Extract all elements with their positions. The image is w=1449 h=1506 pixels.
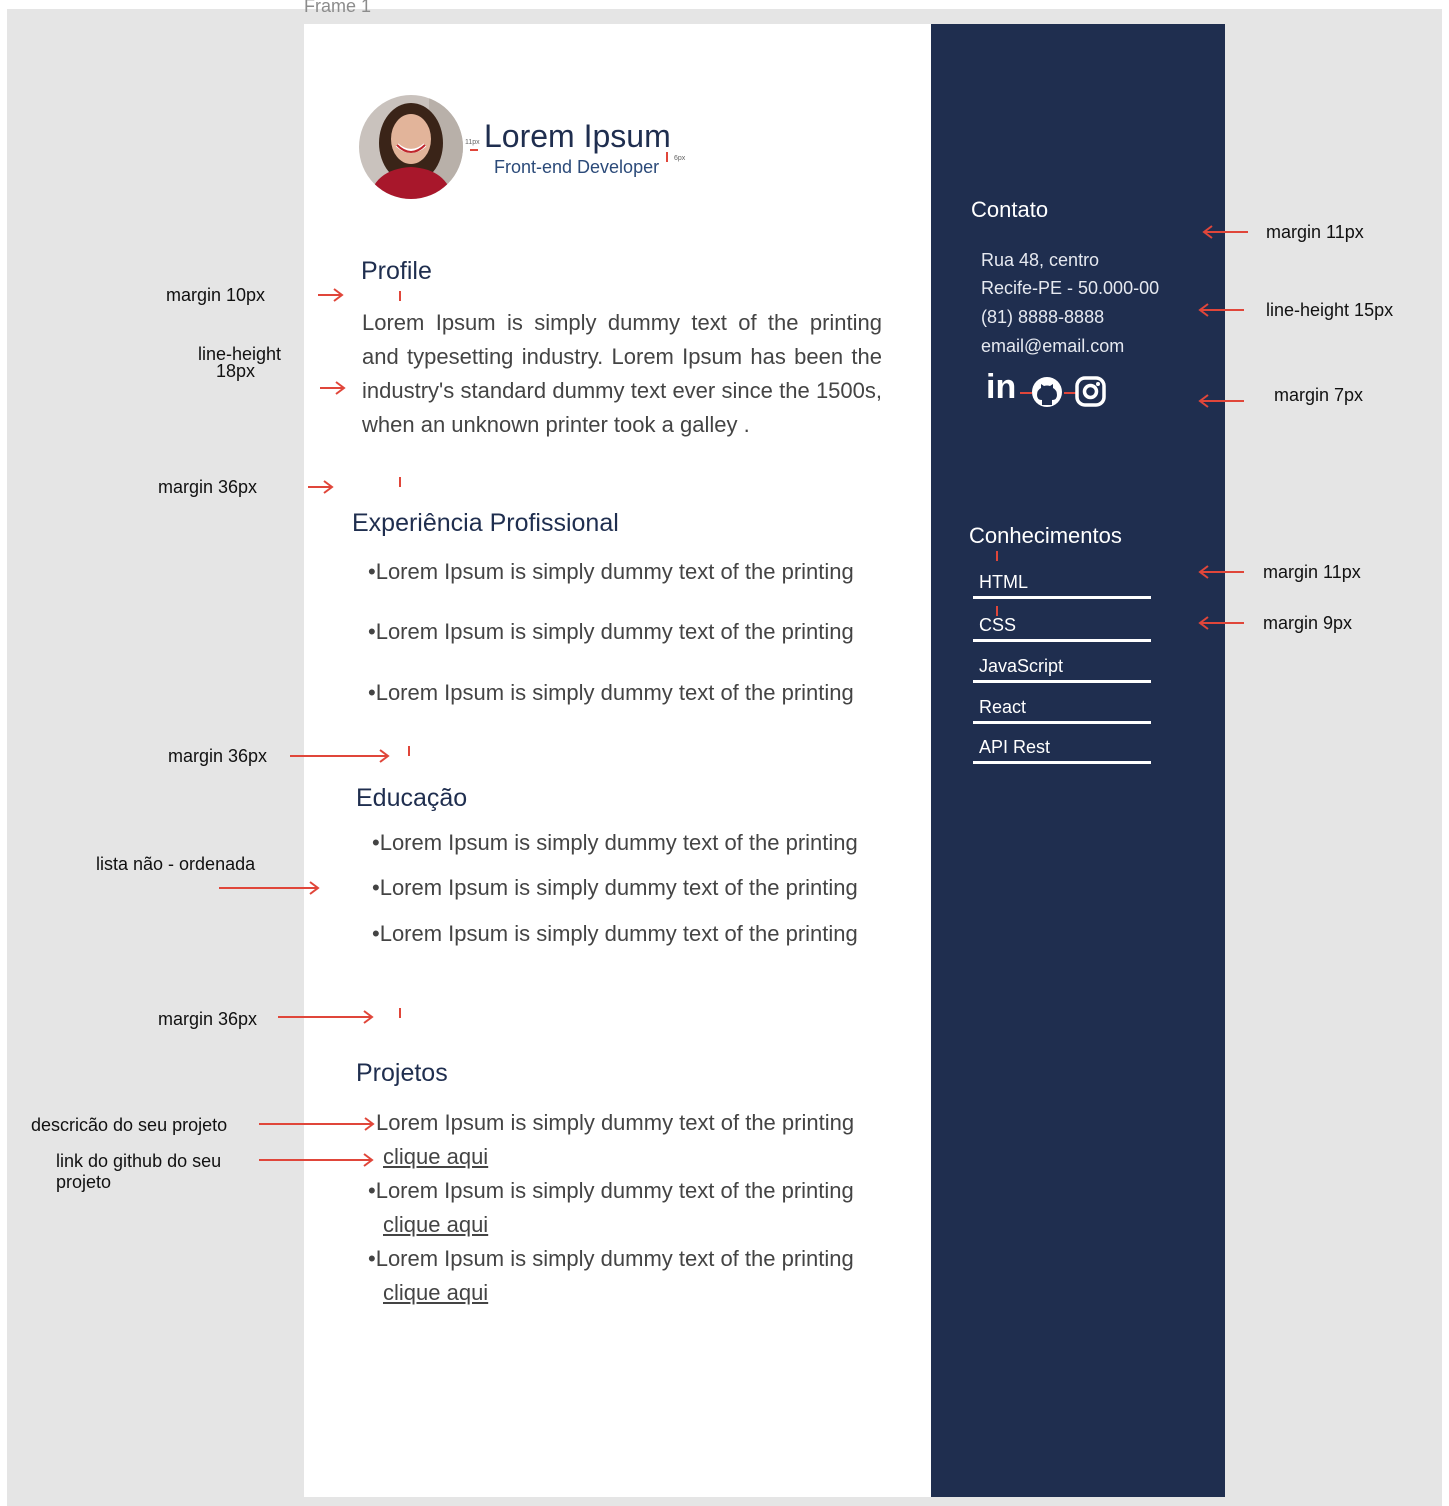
arrow-right-icon (318, 288, 344, 302)
arrow-right-icon (308, 480, 334, 494)
arrow-right-icon (259, 1153, 374, 1167)
arrow-right-icon (278, 1010, 374, 1024)
arrow-right-icon (259, 1117, 375, 1131)
arrow-left-icon (1202, 225, 1248, 239)
arrow-right-icon (320, 381, 346, 395)
arrow-left-icon (1198, 394, 1244, 408)
arrow-left-icon (1198, 303, 1244, 317)
annotation-arrows (219, 225, 1248, 1167)
arrow-left-icon (1198, 616, 1244, 630)
arrow-right-icon (290, 749, 390, 763)
arrow-right-icon (219, 881, 320, 895)
arrow-left-icon (1198, 565, 1244, 579)
